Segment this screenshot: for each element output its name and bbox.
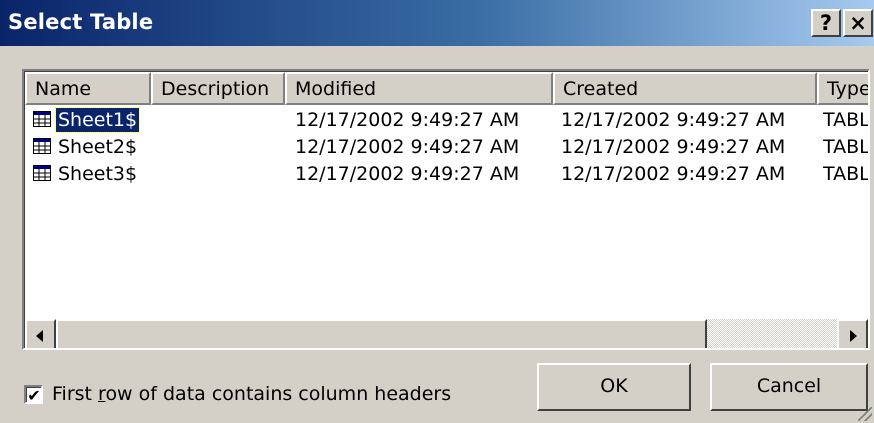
table-icon: [33, 138, 51, 154]
row-name: Sheet3$: [58, 163, 138, 185]
resize-grip-icon[interactable]: [858, 407, 872, 421]
row-created: 12/17/2002 9:49:27 AM: [561, 136, 786, 158]
row-modified: 12/17/2002 9:49:27 AM: [295, 109, 520, 131]
scrollbar-thumb[interactable]: [56, 319, 707, 348]
scroll-left-button[interactable]: [25, 319, 56, 348]
row-name-cell: Sheet3$: [33, 161, 173, 188]
column-header-row: Name Description Modified Created Type: [25, 72, 868, 105]
row-created: 12/17/2002 9:49:27 AM: [561, 109, 786, 131]
row-modified: 12/17/2002 9:49:27 AM: [295, 163, 520, 185]
table-list[interactable]: Name Description Modified Created Type S…: [22, 69, 870, 350]
row-description: [157, 107, 277, 134]
select-table-dialog: Select Table ? × Name Description Modifi…: [0, 0, 874, 423]
column-header-type[interactable]: Type: [817, 72, 868, 105]
row-description: [157, 134, 277, 161]
cancel-button[interactable]: Cancel: [710, 363, 868, 411]
label-prefix: First: [52, 383, 99, 405]
horizontal-scrollbar[interactable]: [25, 319, 868, 348]
row-name-cell: Sheet2$: [33, 134, 173, 161]
row-name-cell: Sheet1$: [33, 107, 173, 134]
scroll-right-button[interactable]: [837, 319, 868, 348]
table-row[interactable]: Sheet3$ 12/17/2002 9:49:27 AM 12/17/2002…: [25, 161, 870, 188]
row-name: Sheet1$: [54, 107, 141, 133]
title-bar[interactable]: Select Table ? ×: [0, 0, 874, 46]
table-icon: [33, 165, 51, 181]
row-type: TABLE: [823, 109, 870, 131]
column-header-modified[interactable]: Modified: [285, 72, 553, 105]
column-header-description[interactable]: Description: [151, 72, 285, 105]
close-button[interactable]: ×: [843, 9, 873, 37]
table-row[interactable]: Sheet1$ 12/17/2002 9:49:27 AM 12/17/2002…: [25, 107, 870, 134]
row-type: TABLE: [823, 163, 870, 185]
first-row-headers-label[interactable]: First row of data contains column header…: [52, 383, 451, 405]
left-arrow-icon: [36, 330, 43, 342]
row-type: TABLE: [823, 136, 870, 158]
first-row-headers-checkbox[interactable]: ✔: [24, 385, 43, 404]
checkmark-icon: ✔: [26, 386, 41, 405]
row-modified: 12/17/2002 9:49:27 AM: [295, 136, 520, 158]
right-arrow-icon: [850, 330, 857, 342]
row-name: Sheet2$: [58, 136, 138, 158]
row-created: 12/17/2002 9:49:27 AM: [561, 163, 786, 185]
column-header-created[interactable]: Created: [553, 72, 817, 105]
row-description: [157, 161, 277, 188]
dialog-title: Select Table: [8, 10, 154, 34]
label-suffix: ow of data contains column headers: [105, 383, 452, 405]
column-header-name[interactable]: Name: [25, 72, 151, 105]
scrollbar-track[interactable]: [707, 319, 837, 348]
table-row[interactable]: Sheet2$ 12/17/2002 9:49:27 AM 12/17/2002…: [25, 134, 870, 161]
table-icon: [33, 111, 51, 127]
help-button[interactable]: ?: [811, 9, 841, 37]
ok-button[interactable]: OK: [537, 363, 691, 411]
